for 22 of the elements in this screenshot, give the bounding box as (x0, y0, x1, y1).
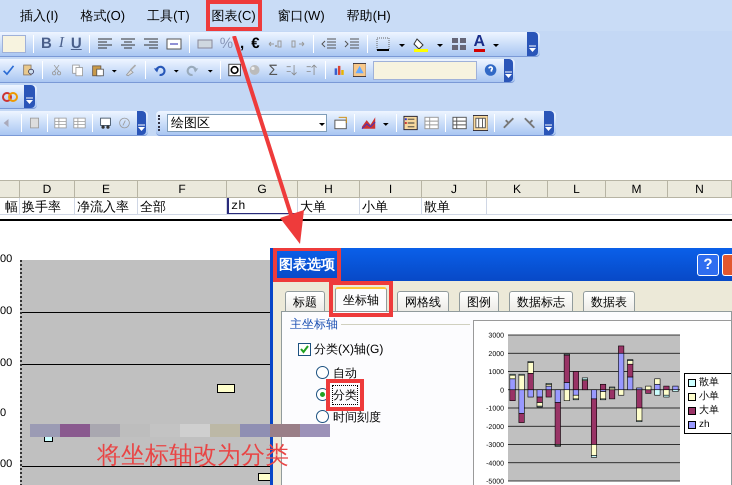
group-label: 主坐标轴 (290, 316, 338, 333)
table-cell: 净流入率 (75, 198, 138, 214)
table-cell: 幅 (0, 198, 20, 214)
legend-label: 大单 (699, 404, 719, 417)
table-cell: 换手率 (20, 198, 75, 214)
table-cell: 小单 (360, 198, 422, 214)
radio-label: 分类 (332, 384, 358, 404)
radio-label: 自动 (332, 364, 358, 382)
axis-label: 00 (0, 306, 12, 317)
axis-label: 00 (0, 254, 12, 265)
axis-label: 0 (0, 408, 6, 419)
legend-label: 小单 (699, 390, 719, 403)
dropdown-value: 绘图区 (170, 114, 210, 132)
table-cell: 全部 (138, 198, 227, 214)
legend-label: zh (699, 418, 710, 431)
legend-label: 散单 (699, 376, 719, 389)
checkbox-label: 分类(X)轴(G) (314, 341, 384, 358)
table-cell: 散单 (422, 198, 487, 214)
radio-label: 时间刻度 (332, 408, 382, 426)
axis-label: 00 (0, 459, 12, 470)
axis-label: 00 (0, 358, 12, 369)
window-title: 图表选项 (279, 255, 335, 274)
